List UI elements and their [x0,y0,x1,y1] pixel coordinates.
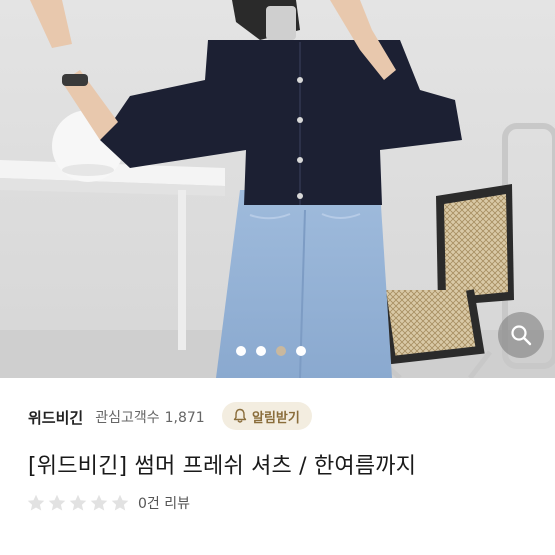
follower-count: 관심고객수 1,871 [95,407,205,427]
carousel-dot-active[interactable] [276,346,286,356]
search-icon [511,325,532,346]
carousel-indicator [236,344,306,358]
carousel-dot[interactable] [296,346,306,356]
star-rating [26,493,130,513]
product-title: [위드비긴] 썸머 프레쉬 셔츠 / 한여름까지 [28,454,417,479]
zoom-button[interactable] [498,312,544,358]
product-photo [0,0,555,378]
seller-info: 위드비긴 관심고객수 1,871 [28,402,205,432]
notification-button-label: 알림받기 [252,410,300,426]
star-icon [111,494,129,511]
bell-icon [233,408,247,423]
rating-row[interactable]: 0건 리뷰 [26,491,190,515]
star-icon [90,494,108,511]
carousel-dot[interactable] [236,346,246,356]
star-icon [48,494,66,511]
notification-subscribe-button[interactable]: 알림받기 [222,402,312,430]
star-icon [69,494,87,511]
follower-number: 1,871 [164,410,205,426]
seller-name[interactable]: 위드비긴 [28,407,83,428]
star-icon [27,494,45,511]
review-count[interactable]: 0건 리뷰 [138,493,190,513]
carousel-dot[interactable] [256,346,266,356]
product-image-carousel[interactable] [0,0,555,378]
follower-label: 관심고객수 [95,410,160,426]
